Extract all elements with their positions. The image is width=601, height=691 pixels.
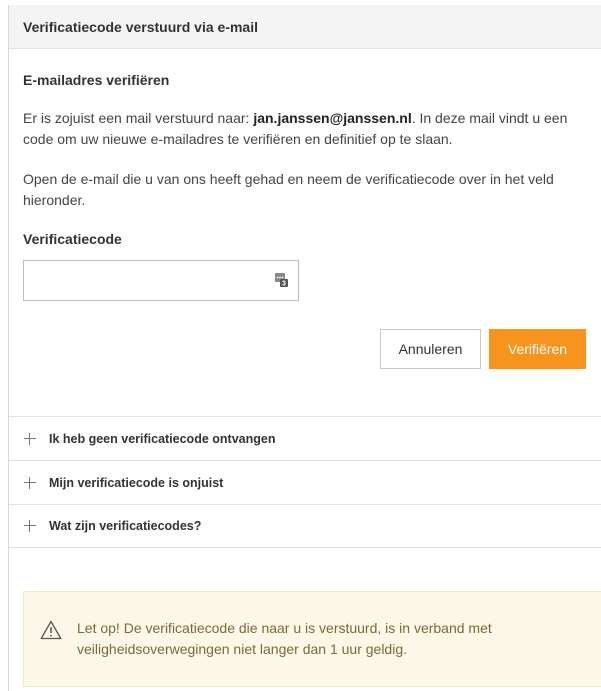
faq-list: Ik heb geen verificatiecode ontvangen Mi… [9,416,601,548]
plus-icon [23,519,37,533]
email-address: jan.janssen@janssen.nl [253,110,412,126]
warning-icon [40,620,62,640]
panel-title: Verificatiecode verstuurd via e-mail [23,18,258,35]
verification-panel: Verificatiecode verstuurd via e-mail E-m… [8,5,601,691]
plus-icon [23,476,37,490]
panel-header: Verificatiecode verstuurd via e-mail [9,5,601,49]
faq-item-what-are-codes[interactable]: Wat zijn verificatiecodes? [9,504,601,548]
intro-paragraph: Er is zojuist een mail verstuurd naar: j… [23,108,601,150]
faq-item-label: Ik heb geen verificatiecode ontvangen [49,431,276,446]
panel-content: E-mailadres verifiëren Er is zojuist een… [9,71,601,385]
faq-item-label: Mijn verificatiecode is onjuist [49,475,224,490]
code-field-label: Verificatiecode [23,231,122,247]
verify-button[interactable]: Verifiëren [489,329,586,369]
instruction-paragraph: Open de e-mail die u van ons heeft gehad… [23,171,554,208]
cancel-button[interactable]: Annuleren [380,329,481,369]
verification-code-input[interactable] [24,261,298,300]
section-title: E-mailadres verifiëren [23,72,170,88]
code-field: 3 [23,260,299,301]
warning-text: Let op! De verificatiecode die naar u is… [77,620,492,657]
faq-item-label: Wat zijn verificatiecodes? [49,519,202,533]
svg-text:3: 3 [282,281,286,287]
intro-text-start: Er is zojuist een mail verstuurd naar: [23,110,254,126]
faq-item-code-incorrect[interactable]: Mijn verificatiecode is onjuist [9,460,601,504]
plus-icon [23,432,37,446]
faq-item-no-code[interactable]: Ik heb geen verificatiecode ontvangen [9,416,601,460]
pin-code-icon: 3 [275,273,288,287]
warning-notice: Let op! De verificatiecode die naar u is… [23,591,601,687]
button-row: Annuleren Verifiëren [23,301,601,385]
